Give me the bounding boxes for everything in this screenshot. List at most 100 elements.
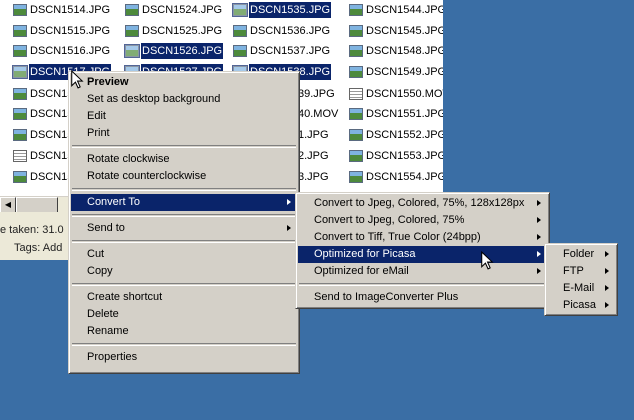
menu-item-folder[interactable]: Folder: [547, 246, 615, 263]
menu-item-send-to[interactable]: Send to: [71, 220, 297, 237]
file-item[interactable]: DSCN15: [13, 105, 74, 123]
file-item[interactable]: DSCN1524.JPG: [125, 1, 223, 19]
file-item[interactable]: DSCN1551.JPG: [349, 105, 443, 123]
menu-item-rotate-cw[interactable]: Rotate clockwise: [71, 151, 297, 168]
submenu-arrow-icon: [605, 268, 609, 274]
file-item[interactable]: 40.MOV: [297, 105, 339, 123]
menu-item-optimized-email[interactable]: Optimized for eMail: [298, 263, 547, 280]
menu-item-label: Convert To: [87, 196, 140, 208]
menu-item-convert-to[interactable]: Convert To: [71, 194, 297, 211]
image-file-icon: [233, 45, 247, 57]
menu-item-rotate-ccw[interactable]: Rotate counterclockwise: [71, 168, 297, 185]
file-item[interactable]: DSCN1515.JPG: [13, 22, 111, 40]
image-file-icon: [124, 44, 140, 58]
menu-item-set-desktop[interactable]: Set as desktop background: [71, 91, 297, 108]
submenu-arrow-icon: [537, 217, 541, 223]
file-item[interactable]: DSCN1525.JPG: [125, 22, 223, 40]
menu-separator: [299, 283, 546, 286]
menu-item-ftp[interactable]: FTP: [547, 263, 615, 280]
menu-item-label: Convert to Jpeg, Colored, 75%: [314, 214, 465, 226]
file-item[interactable]: DSCN15: [13, 126, 74, 144]
menu-item-cut[interactable]: Cut: [71, 246, 297, 263]
menu-separator: [72, 188, 296, 191]
menu-item-convert-jpeg-75[interactable]: Convert to Jpeg, Colored, 75%: [298, 212, 547, 229]
file-item[interactable]: DSCN1545.JPG: [349, 22, 443, 40]
submenu-arrow-icon: [287, 225, 291, 231]
submenu-arrow-icon: [537, 268, 541, 274]
menu-separator: [72, 283, 296, 286]
menu-item-delete[interactable]: Delete: [71, 306, 297, 323]
scroll-thumb[interactable]: [16, 197, 58, 213]
date-taken-text: e taken: 31.0: [0, 224, 64, 236]
file-item[interactable]: 3.JPG: [297, 168, 330, 186]
file-item[interactable]: DSCN1552.JPG: [349, 126, 443, 144]
file-item[interactable]: DSCN1536.JPG: [233, 22, 331, 40]
image-file-icon: [349, 25, 363, 37]
file-item[interactable]: DSCN1516.JPG: [13, 42, 111, 60]
file-item[interactable]: DSCN1514.JPG: [13, 1, 111, 19]
file-item[interactable]: 1.JPG: [297, 126, 330, 144]
image-file-icon: [13, 25, 27, 37]
image-file-icon: [349, 129, 363, 141]
menu-separator: [72, 240, 296, 243]
menu-item-label: Optimized for Picasa: [314, 248, 416, 260]
image-file-icon: [232, 3, 248, 17]
file-item[interactable]: DSCN15: [13, 147, 74, 165]
file-item[interactable]: DSCN1549.JPG: [349, 63, 443, 81]
menu-item-picasa[interactable]: Picasa: [547, 297, 615, 314]
image-file-icon: [349, 66, 363, 78]
image-file-icon: [125, 4, 139, 16]
file-item[interactable]: DSCN1544.JPG: [349, 1, 443, 19]
menu-item-properties[interactable]: Properties: [71, 349, 297, 366]
tags-text[interactable]: Tags: Add: [14, 242, 62, 254]
movie-file-icon: [349, 88, 363, 100]
context-menu: Preview Set as desktop background Edit P…: [68, 71, 300, 374]
menu-item-copy[interactable]: Copy: [71, 263, 297, 280]
image-file-icon: [349, 45, 363, 57]
image-file-icon: [13, 45, 27, 57]
menu-item-email[interactable]: E-Mail: [547, 280, 615, 297]
file-item[interactable]: 2.JPG: [297, 147, 330, 165]
menu-separator: [72, 343, 296, 346]
mouse-pointer-icon: [71, 70, 84, 89]
menu-item-label: Send to: [87, 222, 125, 234]
file-item[interactable]: DSCN1537.JPG: [233, 42, 331, 60]
file-item[interactable]: DSCN1553.JPG: [349, 147, 443, 165]
menu-item-label: Folder: [563, 248, 595, 260]
file-item[interactable]: DSCN1526.JPG: [124, 42, 224, 60]
file-item[interactable]: DSCN1550.MOV: [349, 85, 443, 103]
submenu-arrow-icon: [605, 251, 609, 257]
file-item[interactable]: 39.JPG: [297, 85, 336, 103]
image-file-icon: [13, 88, 27, 100]
menu-item-convert-tiff[interactable]: Convert to Tiff, True Color (24bpp): [298, 229, 547, 246]
file-item[interactable]: DSCN1535.JPG: [232, 1, 332, 19]
menu-item-rename[interactable]: Rename: [71, 323, 297, 340]
image-file-icon: [349, 150, 363, 162]
file-item[interactable]: DSCN15: [13, 85, 74, 103]
file-item[interactable]: DSCN1554.JPG: [349, 168, 443, 186]
menu-item-optimized-picasa[interactable]: Optimized for Picasa: [298, 246, 547, 263]
menu-item-label: Convert to Tiff, True Color (24bpp): [314, 231, 481, 243]
menu-item-preview[interactable]: Preview: [71, 74, 297, 91]
file-item[interactable]: DSCN1548.JPG: [349, 42, 443, 60]
image-file-icon: [349, 4, 363, 16]
menu-item-label: Optimized for eMail: [314, 265, 409, 277]
menu-item-convert-jpeg-128[interactable]: Convert to Jpeg, Colored, 75%, 128x128px: [298, 195, 547, 212]
convert-submenu: Convert to Jpeg, Colored, 75%, 128x128px…: [295, 192, 550, 309]
menu-item-edit[interactable]: Edit: [71, 108, 297, 125]
movie-file-icon: [13, 150, 27, 162]
submenu-arrow-icon: [537, 251, 541, 257]
submenu-arrow-icon: [537, 200, 541, 206]
scroll-left-icon[interactable]: ◀: [0, 197, 16, 213]
menu-item-send-imageconverter[interactable]: Send to ImageConverter Plus: [298, 289, 547, 306]
menu-item-label: FTP: [563, 265, 584, 277]
menu-item-label: E-Mail: [563, 282, 595, 294]
image-file-icon: [349, 171, 363, 183]
picasa-submenu: Folder FTP E-Mail Picasa: [544, 243, 618, 316]
menu-item-create-shortcut[interactable]: Create shortcut: [71, 289, 297, 306]
menu-separator: [72, 145, 296, 148]
file-item[interactable]: DSCN15: [13, 168, 74, 186]
menu-item-print[interactable]: Print: [71, 125, 297, 142]
submenu-arrow-icon: [605, 302, 609, 308]
menu-separator: [72, 214, 296, 217]
